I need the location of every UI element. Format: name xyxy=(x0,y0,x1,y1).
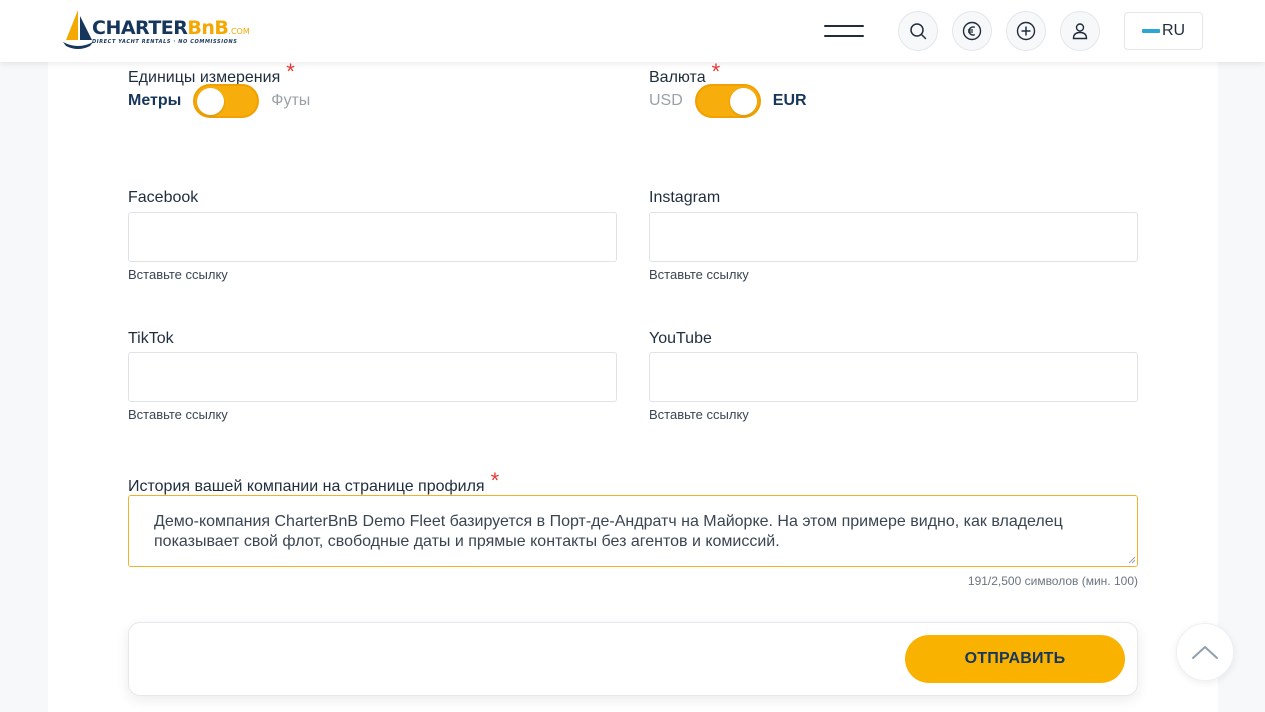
resize-handle-icon[interactable] xyxy=(1128,556,1136,564)
currency-option-eur[interactable]: EUR xyxy=(773,92,807,110)
toggle-knob xyxy=(197,88,225,115)
account-button[interactable] xyxy=(1060,11,1100,51)
history-label: История вашей компании на странице профи… xyxy=(128,468,500,495)
youtube-input[interactable] xyxy=(649,352,1138,402)
tiktok-input[interactable] xyxy=(128,352,617,402)
tiktok-hint: Вставьте ссылку xyxy=(128,407,228,422)
facebook-label: Facebook xyxy=(128,189,199,206)
profile-form: Единицы измерения * Метры Футы Валюта * US… xyxy=(48,59,1218,712)
currency-toggle[interactable] xyxy=(694,84,761,118)
instagram-input[interactable] xyxy=(649,212,1138,262)
units-option-meters[interactable]: Метры xyxy=(128,92,181,110)
submit-bar: ОТПРАВИТЬ xyxy=(128,622,1138,696)
submit-button[interactable]: ОТПРАВИТЬ xyxy=(905,635,1125,683)
currency-option-usd[interactable]: USD xyxy=(649,92,683,110)
facebook-input[interactable] xyxy=(128,212,617,262)
instagram-label: Instagram xyxy=(649,189,721,206)
youtube-hint: Вставьте ссылку xyxy=(649,407,749,422)
toggle-knob xyxy=(729,88,757,115)
menu-icon[interactable] xyxy=(822,22,866,40)
logo-wordmark: CHARTERBnB.COM xyxy=(92,17,250,39)
tiktok-label: TikTok xyxy=(128,330,174,347)
language-selector[interactable]: RU xyxy=(1124,12,1203,50)
character-counter: 191/2,500 символов (мин. 100) xyxy=(967,574,1138,588)
youtube-label: YouTube xyxy=(649,330,712,347)
chevron-up-icon xyxy=(1192,646,1218,659)
units-toggle[interactable] xyxy=(193,84,260,118)
required-mark: * xyxy=(286,59,295,84)
instagram-hint: Вставьте ссылку xyxy=(649,267,749,282)
required-mark: * xyxy=(490,468,500,493)
search-button[interactable] xyxy=(898,11,938,51)
add-icon xyxy=(1016,21,1036,41)
currency-toggle-group: USD EUR xyxy=(649,84,807,118)
scroll-to-top-button[interactable] xyxy=(1176,623,1234,681)
add-listing-button[interactable] xyxy=(1006,11,1046,51)
charterbnb-logo[interactable]: CHARTERBnB.COM DIRECT YACHT RENTALS · NO… xyxy=(62,8,252,52)
site-header: CHARTERBnB.COM DIRECT YACHT RENTALS · NO… xyxy=(0,0,1265,62)
language-label: RU xyxy=(1161,22,1186,39)
history-textarea[interactable]: Демо-компания CharterBnB Demo Fleet бази… xyxy=(128,495,1138,567)
search-icon xyxy=(910,23,927,40)
currency-button[interactable] xyxy=(952,11,992,51)
facebook-hint: Вставьте ссылку xyxy=(128,267,228,282)
required-mark: * xyxy=(711,59,721,84)
euro-icon xyxy=(962,21,982,41)
flag-icon xyxy=(1141,29,1160,33)
sailboat-icon xyxy=(63,10,93,49)
user-icon xyxy=(1072,23,1088,40)
logo-tagline: DIRECT YACHT RENTALS · NO COMMISSIONS xyxy=(92,39,238,45)
units-option-feet[interactable]: Футы xyxy=(271,92,310,110)
units-toggle-group: Метры Футы xyxy=(128,84,310,118)
